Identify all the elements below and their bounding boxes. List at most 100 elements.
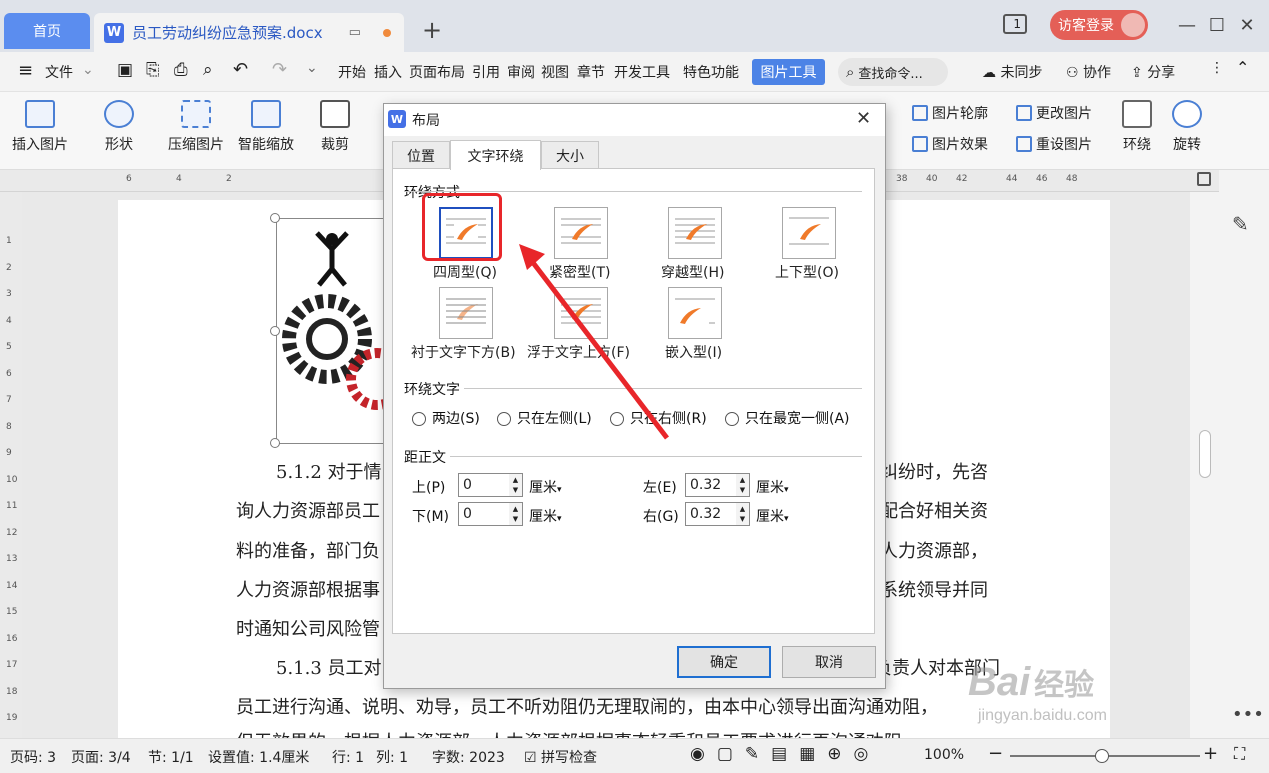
top-spinner[interactable]: ▲ ▼ bbox=[509, 473, 523, 497]
tab-text-wrapping[interactable]: 文字环绕 bbox=[450, 140, 541, 170]
guest-login-button[interactable]: 访客登录 bbox=[1050, 10, 1148, 40]
close-window-icon[interactable]: ✕ bbox=[1233, 12, 1261, 38]
quick-access-dropdown-icon[interactable]: ⌄ bbox=[306, 60, 318, 76]
radio-both-sides[interactable]: 两边(S) bbox=[412, 408, 480, 428]
menu-references[interactable]: 引用 bbox=[472, 62, 500, 82]
wrap-square-label[interactable]: 四周型(Q) bbox=[433, 262, 497, 282]
print-icon[interactable]: ⎙ bbox=[174, 60, 188, 80]
zoom-out-icon[interactable]: − bbox=[988, 743, 1003, 764]
top-distance-input[interactable]: 0 bbox=[458, 473, 510, 497]
status-page-code[interactable]: 页码: 3 bbox=[10, 747, 56, 767]
undo-icon[interactable]: ↶ bbox=[233, 59, 248, 80]
picture-outline-button[interactable]: 图片轮廓 bbox=[912, 103, 988, 123]
print-preview-icon[interactable]: ⌕ bbox=[203, 60, 213, 80]
resize-handle[interactable] bbox=[270, 438, 280, 448]
radio-largest-only[interactable]: 只在最宽一侧(A) bbox=[725, 408, 850, 428]
more-options-icon[interactable]: ••• bbox=[1232, 704, 1264, 725]
doc-line: 料的准备，部门负 bbox=[236, 541, 380, 562]
status-word-count[interactable]: 字数: 2023 bbox=[432, 747, 505, 767]
wrap-button[interactable]: 环绕 bbox=[1122, 100, 1152, 154]
wrap-top-bottom-label[interactable]: 上下型(O) bbox=[775, 262, 839, 282]
reset-picture-button[interactable]: 重设图片 bbox=[1016, 134, 1092, 154]
monitor-icon[interactable]: ▭ bbox=[349, 25, 361, 40]
shape-button[interactable]: 形状 bbox=[104, 100, 134, 154]
command-search[interactable]: ⌕ 查找命令... bbox=[838, 58, 948, 86]
rotate-button[interactable]: 旋转 bbox=[1172, 100, 1202, 154]
ok-button[interactable]: 确定 bbox=[677, 646, 771, 678]
menu-chapter[interactable]: 章节 bbox=[577, 62, 605, 82]
top-unit[interactable]: 厘米▾ bbox=[529, 477, 562, 497]
menu-start[interactable]: 开始 bbox=[338, 62, 366, 82]
right-unit[interactable]: 厘米▾ bbox=[756, 506, 789, 526]
chevron-down-icon[interactable]: ⌄ bbox=[82, 62, 94, 78]
maximize-icon[interactable]: ☐ bbox=[1203, 12, 1231, 38]
menu-developer[interactable]: 开发工具 bbox=[614, 62, 670, 82]
menu-review[interactable]: 审阅 bbox=[507, 62, 535, 82]
cancel-button[interactable]: 取消 bbox=[782, 646, 876, 678]
collapse-ribbon-icon[interactable]: ⌃ bbox=[1236, 58, 1249, 77]
bottom-spinner[interactable]: ▲ ▼ bbox=[509, 502, 523, 526]
selected-image[interactable] bbox=[276, 218, 408, 444]
change-picture-button[interactable]: 更改图片 bbox=[1016, 103, 1092, 123]
window-count-badge[interactable]: 1 bbox=[1003, 14, 1027, 34]
crop-button[interactable]: 裁剪 bbox=[320, 100, 350, 154]
status-section[interactable]: 节: 1/1 bbox=[148, 747, 194, 767]
chevron-down-icon: ▾ bbox=[784, 514, 789, 524]
radio-icon bbox=[412, 412, 426, 426]
resize-handle[interactable] bbox=[270, 213, 280, 223]
minimize-icon[interactable]: — bbox=[1173, 12, 1201, 38]
unsaved-dot-icon bbox=[382, 28, 391, 37]
tab-picture-tools[interactable]: 图片工具 bbox=[752, 59, 825, 85]
right-distance-input[interactable]: 0.32 bbox=[685, 502, 737, 526]
tab-position[interactable]: 位置 bbox=[392, 141, 450, 169]
picture-effects-button[interactable]: 图片效果 bbox=[912, 134, 988, 154]
zoom-slider-knob[interactable] bbox=[1095, 749, 1109, 763]
left-spinner[interactable]: ▲ ▼ bbox=[736, 473, 750, 497]
bottom-unit[interactable]: 厘米▾ bbox=[529, 506, 562, 526]
resize-handle[interactable] bbox=[270, 326, 280, 336]
fullscreen-icon[interactable]: ⛶ bbox=[1234, 744, 1245, 764]
share-button[interactable]: ⇪ 分享 bbox=[1131, 62, 1175, 82]
collab-button[interactable]: ⚇ 协作 bbox=[1066, 62, 1111, 82]
avatar bbox=[1121, 13, 1145, 37]
status-setting[interactable]: 设置值: 1.4厘米 bbox=[208, 747, 309, 767]
spell-check-button[interactable]: ☑ 拼写检查 bbox=[524, 747, 597, 767]
menu-page-layout[interactable]: 页面布局 bbox=[409, 62, 465, 82]
save-icon[interactable]: ▣ bbox=[117, 60, 133, 80]
bottom-distance-input[interactable]: 0 bbox=[458, 502, 510, 526]
ruler-tick: 8 bbox=[6, 421, 12, 432]
pen-icon[interactable]: ✎ bbox=[1232, 212, 1249, 236]
highlight-box bbox=[422, 193, 502, 261]
insert-picture-button[interactable]: 插入图片 bbox=[12, 100, 68, 154]
panel-toggle-icon[interactable] bbox=[1197, 172, 1211, 186]
left-distance-input[interactable]: 0.32 bbox=[685, 473, 737, 497]
new-tab-button[interactable]: + bbox=[422, 16, 442, 44]
compress-picture-button[interactable]: 压缩图片 bbox=[168, 100, 224, 154]
menu-view[interactable]: 视图 bbox=[541, 62, 569, 82]
tab-document[interactable]: W 员工劳动纠纷应急预案.docx ▭ bbox=[94, 13, 404, 52]
vertical-ruler[interactable]: 1 2 3 4 5 6 7 8 9 10 11 12 13 14 15 16 17 18 19 bbox=[0, 192, 22, 738]
scrollbar-thumb[interactable] bbox=[1199, 430, 1211, 478]
export-pdf-icon[interactable]: ⎘ bbox=[146, 60, 160, 80]
menu-file[interactable]: 文件 bbox=[45, 62, 73, 82]
zoom-in-icon[interactable]: + bbox=[1203, 743, 1218, 764]
wrap-behind-text-label[interactable]: 衬于文字下方(B) bbox=[411, 342, 516, 362]
zoom-level[interactable]: 100% bbox=[924, 747, 964, 763]
view-icons[interactable]: ◉▢✎▤▦⊕◎ bbox=[690, 744, 880, 764]
tab-size[interactable]: 大小 bbox=[541, 141, 599, 169]
dialog-titlebar[interactable] bbox=[384, 104, 885, 136]
smart-scale-button[interactable]: 智能缩放 bbox=[238, 100, 294, 154]
menu-insert[interactable]: 插入 bbox=[374, 62, 402, 82]
more-icon[interactable]: ⋮ bbox=[1210, 60, 1224, 76]
tab-home[interactable]: 首页 bbox=[4, 13, 90, 49]
left-unit[interactable]: 厘米▾ bbox=[756, 477, 789, 497]
menu-special[interactable]: 特色功能 bbox=[683, 62, 739, 82]
hamburger-icon[interactable]: ≡ bbox=[18, 60, 33, 81]
right-spinner[interactable]: ▲ ▼ bbox=[736, 502, 750, 526]
wrap-top-bottom-icon bbox=[789, 217, 829, 245]
sync-button[interactable]: ☁ 未同步 bbox=[982, 62, 1042, 82]
redo-icon[interactable]: ↷ bbox=[272, 59, 287, 80]
status-page[interactable]: 页面: 3/4 bbox=[71, 747, 131, 767]
dialog-close-icon[interactable]: ✕ bbox=[856, 108, 871, 129]
ruler-tick: 14 bbox=[6, 580, 18, 591]
